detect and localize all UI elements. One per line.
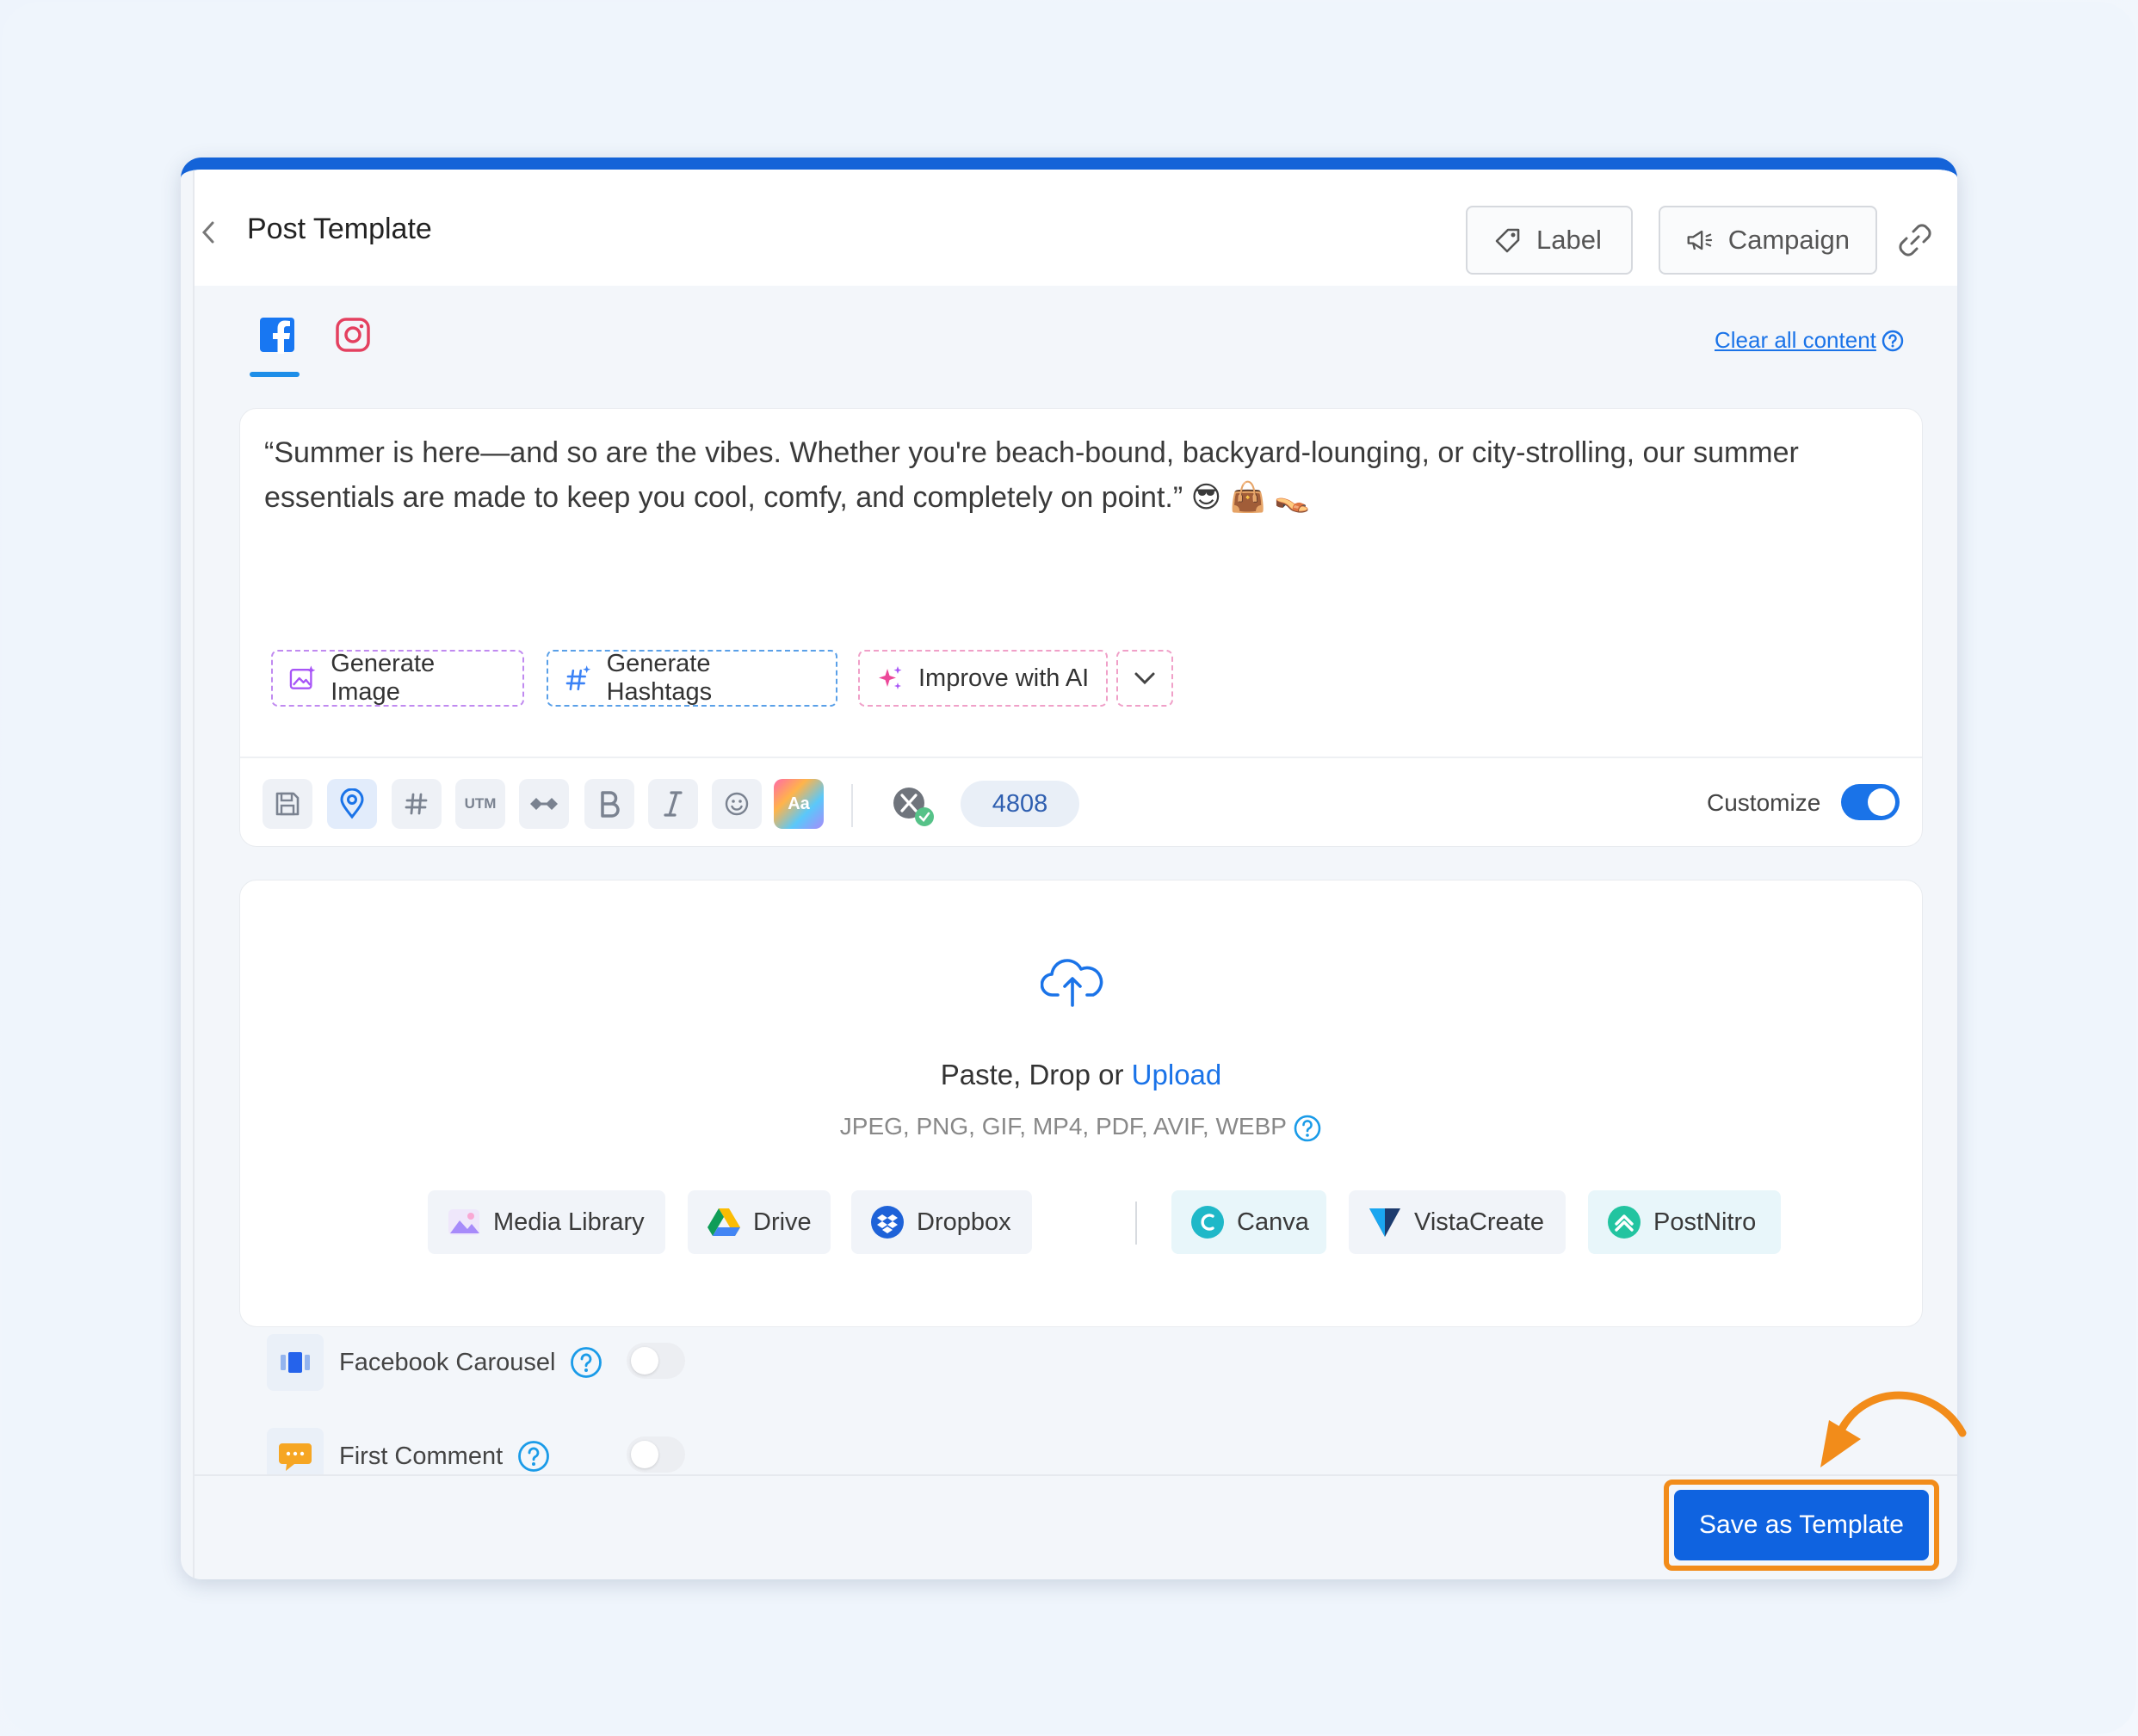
clear-all-label: Clear all content [1715,327,1876,353]
hashtag-icon [405,793,428,815]
sparkles-icon [879,666,902,689]
upload-formats: JPEG, PNG, GIF, MP4, PDF, AVIF, WEBP [240,1113,1922,1143]
post-template-modal: Post Template Label Campaign Clear all c… [181,158,1957,1579]
location-pin-icon [340,788,364,819]
bold-icon [601,791,620,818]
editor-toolbar: UTM Aa 4808 Customize [240,757,1922,846]
dropbox-label: Dropbox [917,1208,1011,1236]
curved-arrow-annotation [1820,1391,1967,1467]
canva-label: Canva [1237,1208,1309,1236]
upload-title-text: Paste, Drop or [940,1059,1132,1090]
x-logo-icon [893,788,934,826]
toolbar-separator [851,784,853,827]
floppy-disk-icon [275,792,300,816]
drive-button[interactable]: Drive [688,1190,831,1254]
tab-instagram[interactable] [325,307,380,362]
bold-tool[interactable] [584,779,634,829]
drive-label: Drive [753,1208,812,1236]
media-library-label: Media Library [493,1208,645,1236]
canva-icon [1190,1205,1225,1239]
character-count: 4808 [961,781,1079,827]
save-as-template-button[interactable]: Save as Template [1674,1490,1929,1560]
image-sparkle-icon [289,665,316,689]
cloud-upload-icon [1041,959,1103,1007]
toggle-knob [1868,788,1895,816]
utm-tool[interactable]: UTM [455,779,505,829]
dropbox-icon [870,1205,905,1239]
chain-link-icon [530,798,558,810]
save-draft-tool[interactable] [263,779,312,829]
facebook-icon [260,318,294,354]
media-library-icon [447,1205,481,1239]
generate-hashtags-label: Generate Hashtags [606,650,713,706]
x-account-connected[interactable] [888,782,938,831]
label-button-text: Label [1536,225,1602,255]
upload-title: Paste, Drop or Upload [240,1059,1922,1091]
instagram-icon [336,318,370,352]
generate-image-label: Generate Image [331,650,436,706]
ai-more-dropdown[interactable] [1116,650,1173,707]
post-text-area[interactable]: “Summer is here—and so are the vibes. Wh… [264,430,1900,520]
modal-left-edge [193,170,195,1579]
google-drive-icon [707,1205,741,1239]
carousel-icon [267,1334,324,1391]
link-button[interactable] [1894,219,1936,261]
toggle-knob [631,1347,658,1375]
facebook-carousel-toggle[interactable] [627,1343,685,1379]
campaign-button-text: Campaign [1727,225,1850,255]
improve-with-ai-label: Improve with AI [918,664,1090,692]
first-comment-toggle[interactable] [627,1436,685,1473]
clear-all-content-link[interactable]: Clear all content [1715,327,1904,354]
help-icon[interactable] [1293,1114,1322,1143]
customize-toggle[interactable] [1841,784,1900,820]
upload-link[interactable]: Upload [1132,1059,1222,1090]
italic-tool[interactable] [648,779,698,829]
tag-icon [1495,228,1520,253]
postnitro-label: PostNitro [1653,1208,1757,1236]
campaign-button[interactable]: Campaign [1659,206,1877,275]
formats-text: JPEG, PNG, GIF, MP4, PDF, AVIF, WEBP [839,1113,1287,1140]
media-library-button[interactable]: Media Library [428,1190,665,1254]
link-icon [1899,224,1931,256]
modal-header: Post Template Label Campaign [195,170,1957,286]
postnitro-button[interactable]: PostNitro [1588,1190,1781,1254]
canva-button[interactable]: Canva [1171,1190,1326,1254]
smiley-icon [725,792,749,816]
back-button[interactable] [195,211,222,254]
toggle-knob [631,1441,658,1468]
hashtag-sparkle-icon [565,665,591,691]
chevron-down-icon [1134,672,1155,685]
text-style-tool[interactable]: Aa [774,779,824,829]
first-comment-label: First Comment [339,1442,504,1470]
postnitro-icon [1607,1205,1641,1239]
vistacreate-icon [1368,1205,1402,1239]
facebook-carousel-label: Facebook Carousel [339,1348,556,1376]
chevron-left-icon [201,221,214,244]
tab-facebook[interactable] [250,307,305,362]
dropbox-button[interactable]: Dropbox [851,1190,1032,1254]
generate-image-button[interactable]: Generate Image [271,650,524,707]
hashtag-tool[interactable] [392,779,442,829]
vistacreate-button[interactable]: VistaCreate [1349,1190,1566,1254]
link-shortener-tool[interactable] [519,779,569,829]
emoji-tool[interactable] [712,779,762,829]
megaphone-icon [1687,230,1713,250]
media-upload-area[interactable]: Paste, Drop or Upload JPEG, PNG, GIF, MP… [239,880,1923,1327]
source-separator [1135,1202,1137,1245]
improve-with-ai-button[interactable]: Improve with AI [858,650,1108,707]
label-button[interactable]: Label [1466,206,1633,275]
page-title: Post Template [247,213,432,245]
help-icon[interactable] [516,1439,551,1473]
location-tool[interactable] [327,779,377,829]
post-editor: “Summer is here—and so are the vibes. Wh… [239,408,1923,847]
vistacreate-label: VistaCreate [1414,1208,1544,1236]
customize-label: Customize [1707,789,1821,816]
help-icon [1882,330,1904,351]
help-icon[interactable] [569,1345,603,1380]
facebook-carousel-option: Facebook Carousel [267,1332,603,1393]
italic-icon [664,791,683,817]
active-tab-indicator [250,372,300,377]
generate-hashtags-button[interactable]: Generate Hashtags [547,650,837,707]
